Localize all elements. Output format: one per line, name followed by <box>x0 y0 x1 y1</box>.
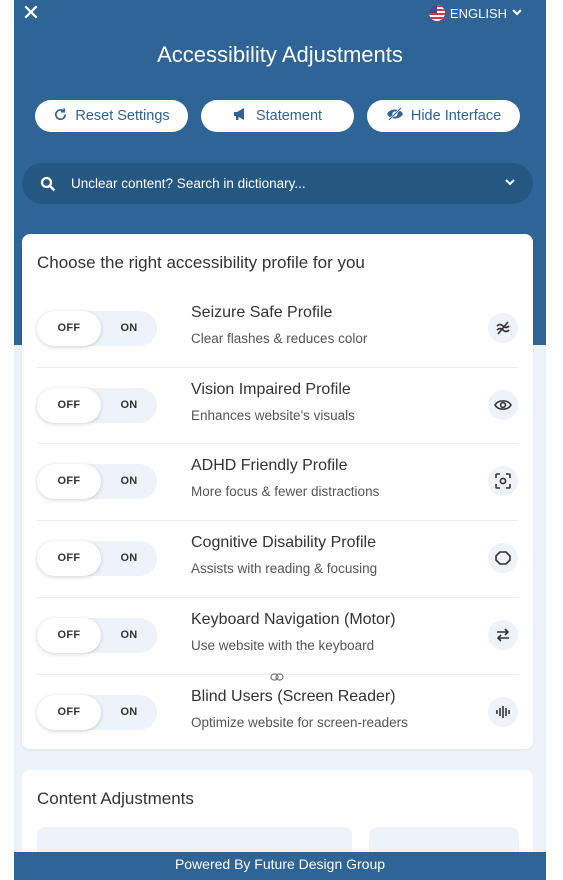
page-title: Accessibility Adjustments <box>157 42 403 67</box>
toggle-off-label: OFF <box>57 322 81 334</box>
focus-target-icon <box>488 466 518 496</box>
profile-title: Cognitive Disability Profile <box>191 534 376 551</box>
profile-description: Use website with the keyboard <box>191 638 375 653</box>
statement-button[interactable]: Statement <box>201 100 354 132</box>
toggle-off-label: OFF <box>57 629 81 641</box>
row-divider <box>37 367 518 368</box>
close-icon: ✕ <box>21 0 41 25</box>
profile-description: Optimize website for screen-readers <box>191 715 408 730</box>
profile-title: Vision Impaired Profile <box>191 381 351 398</box>
reset-icon <box>53 107 68 126</box>
us-flag-icon <box>428 5 445 21</box>
language-label: ENGLISH <box>449 5 507 21</box>
profile-row-adhd-friendly: OFF ON ADHD Friendly Profile More focus … <box>37 449 518 526</box>
search-placeholder: Unclear content? Search in dictionary... <box>71 176 306 191</box>
profile-description: Assists with reading & focusing <box>191 561 378 576</box>
toggle-off-label: OFF <box>57 475 81 487</box>
adhd-friendly-toggle[interactable]: OFF ON <box>37 464 157 499</box>
reset-settings-label: Reset Settings <box>75 108 170 124</box>
accessibility-panel: ✕ ENGLISH Accessibility Adjustments Rese… <box>14 0 546 880</box>
hide-interface-label: Hide Interface <box>410 108 502 124</box>
brain-circle-icon <box>488 543 518 573</box>
hide-interface-button[interactable]: Hide Interface <box>367 100 520 132</box>
vision-impaired-toggle[interactable]: OFF ON <box>37 388 157 423</box>
search-icon <box>40 176 56 192</box>
close-button[interactable]: ✕ <box>20 2 42 24</box>
blind-users-toggle[interactable]: OFF ON <box>37 695 157 730</box>
row-divider <box>37 520 518 521</box>
profiles-title: Choose the right accessibility profile f… <box>37 253 365 272</box>
toggle-on-label: ON <box>120 629 138 641</box>
reset-settings-button[interactable]: Reset Settings <box>35 100 188 132</box>
profile-row-cognitive-disability: OFF ON Cognitive Disability Profile Assi… <box>37 526 518 603</box>
content-adjustments-title: Content Adjustments <box>37 789 194 808</box>
eye-slash-icon <box>386 107 404 125</box>
chevron-down-icon <box>512 7 522 20</box>
profiles-card: Choose the right accessibility profile f… <box>22 234 533 749</box>
link-icon <box>270 669 284 681</box>
profile-title: Blind Users (Screen Reader) <box>191 688 396 705</box>
profile-description: Clear flashes & reduces color <box>191 331 368 346</box>
toggle-on-label: ON <box>120 552 138 564</box>
language-selector[interactable]: ENGLISH <box>428 4 522 22</box>
flash-waves-icon <box>488 313 518 343</box>
row-divider <box>37 443 518 444</box>
toggle-on-label: ON <box>120 399 138 411</box>
keyboard-navigation-toggle[interactable]: OFF ON <box>37 618 157 653</box>
profile-title: Keyboard Navigation (Motor) <box>191 611 396 628</box>
cognitive-disability-toggle[interactable]: OFF ON <box>37 541 157 576</box>
toggle-on-label: ON <box>120 706 138 718</box>
arrows-swap-icon <box>488 620 518 650</box>
profile-title: ADHD Friendly Profile <box>191 457 348 474</box>
toggle-on-label: ON <box>120 322 138 334</box>
audio-wave-icon <box>488 697 518 727</box>
toggle-off-label: OFF <box>57 552 81 564</box>
profile-description: More focus & fewer distractions <box>191 484 380 499</box>
profile-row-vision-impaired: OFF ON Vision Impaired Profile Enhances … <box>37 373 518 450</box>
profile-description: Enhances website's visuals <box>191 408 355 423</box>
profile-title: Seizure Safe Profile <box>191 304 333 321</box>
row-divider <box>37 597 518 598</box>
eye-icon <box>488 390 518 420</box>
seizure-safe-toggle[interactable]: OFF ON <box>37 311 157 346</box>
toggle-on-label: ON <box>120 475 138 487</box>
toggle-off-label: OFF <box>57 706 81 718</box>
footer-credit[interactable]: Powered By Future Design Group <box>14 852 546 880</box>
chevron-down-icon <box>505 177 515 190</box>
megaphone-icon <box>233 107 249 125</box>
profile-row-blind-users: OFF ON Blind Users (Screen Reader) Optim… <box>37 680 518 757</box>
profile-row-seizure-safe: OFF ON Seizure Safe Profile Clear flashe… <box>37 296 518 373</box>
statement-label: Statement <box>255 108 323 124</box>
toggle-off-label: OFF <box>57 399 81 411</box>
dictionary-search[interactable]: Unclear content? Search in dictionary... <box>22 163 533 204</box>
